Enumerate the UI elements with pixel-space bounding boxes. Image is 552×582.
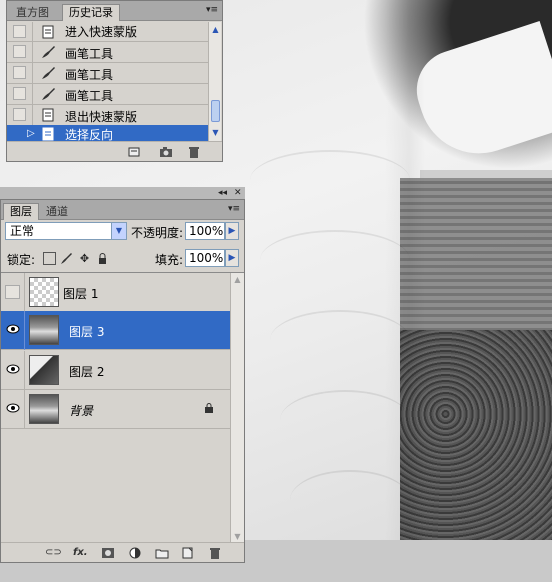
lock-icon xyxy=(204,403,214,413)
new-layer-icon[interactable] xyxy=(181,547,195,559)
history-item[interactable]: 画笔工具 xyxy=(7,42,213,62)
history-item-label: 退出快速蒙版 xyxy=(65,110,138,124)
brush-icon xyxy=(40,44,56,60)
trash-icon[interactable] xyxy=(187,146,201,158)
history-tabbar: 直方图 历史记录 ▾≡ xyxy=(7,1,222,21)
history-item-selected[interactable]: ▷ 选择反向 xyxy=(7,125,213,142)
history-snapshot-checkbox[interactable] xyxy=(13,45,26,58)
layer-name: 图层 2 xyxy=(69,365,105,379)
layer-name: 背景 xyxy=(69,404,94,418)
eye-icon[interactable] xyxy=(5,323,20,337)
dress-fold xyxy=(290,470,410,530)
history-scrollbar[interactable]: ▲ ▼ xyxy=(208,22,221,142)
tab-layers[interactable]: 图层 xyxy=(3,203,39,220)
history-state-marker-icon[interactable]: ▷ xyxy=(27,128,35,139)
history-item-label: 画笔工具 xyxy=(65,47,114,61)
lock-position-move-icon[interactable]: ✥ xyxy=(78,252,91,265)
blend-mode-select[interactable]: 正常 ▼ xyxy=(5,222,127,240)
eye-icon[interactable] xyxy=(5,402,20,416)
opacity-slider-arrow-icon[interactable]: ▶ xyxy=(225,222,239,240)
fill-slider-arrow-icon[interactable]: ▶ xyxy=(225,249,239,267)
lock-transparency-icon[interactable] xyxy=(43,252,56,265)
history-snapshot-checkbox[interactable] xyxy=(13,87,26,100)
visibility-toggle[interactable] xyxy=(5,285,20,299)
link-icon[interactable]: ⊂⊃ xyxy=(45,547,62,559)
lock-label: 锁定: xyxy=(7,253,36,267)
history-item-label: 选择反向 xyxy=(65,128,114,142)
adjustment-icon[interactable] xyxy=(128,547,142,559)
history-item[interactable]: 画笔工具 xyxy=(7,84,213,104)
brush-icon xyxy=(40,65,56,81)
add-mask-icon[interactable] xyxy=(101,547,115,559)
scroll-down-icon[interactable]: ▼ xyxy=(232,532,243,541)
history-item[interactable]: 进入快速蒙版 xyxy=(7,22,213,42)
snapshot-camera-icon[interactable] xyxy=(159,146,173,158)
layer-row[interactable]: 图层 2 xyxy=(1,351,230,390)
lock-pixels-brush-icon[interactable] xyxy=(60,252,73,265)
layer-thumbnail xyxy=(29,277,59,307)
layer-thumbnail xyxy=(29,394,59,424)
new-group-icon[interactable] xyxy=(155,547,169,559)
fill-label: 填充: xyxy=(155,253,184,267)
scroll-up-icon[interactable]: ▲ xyxy=(232,275,243,284)
canvas-arm-shape xyxy=(406,21,552,169)
blend-mode-value: 正常 xyxy=(10,224,35,238)
document-icon xyxy=(40,127,56,142)
chevron-down-icon[interactable]: ▼ xyxy=(111,223,126,239)
history-item-label: 画笔工具 xyxy=(65,68,114,82)
layers-footer: ⊂⊃ fx. xyxy=(1,542,244,562)
opacity-input[interactable]: 100% xyxy=(185,222,225,240)
opacity-label: 不透明度: xyxy=(131,226,184,240)
history-snapshot-checkbox[interactable] xyxy=(13,25,26,38)
tab-history[interactable]: 历史记录 xyxy=(62,4,120,21)
fx-icon[interactable]: fx. xyxy=(73,547,88,559)
dress-fold xyxy=(280,390,410,450)
layer-name: 图层 3 xyxy=(69,325,105,339)
eye-icon[interactable] xyxy=(5,363,20,377)
scroll-down-icon[interactable]: ▼ xyxy=(210,127,221,139)
lock-all-icon[interactable] xyxy=(96,252,109,265)
layer-row-selected[interactable]: 图层 3 xyxy=(1,311,230,350)
dress-fold xyxy=(250,150,410,210)
scroll-up-icon[interactable]: ▲ xyxy=(210,24,221,36)
dress-fold xyxy=(260,230,410,290)
history-item[interactable]: 退出快速蒙版 xyxy=(7,105,213,125)
history-panel: 直方图 历史记录 ▾≡ 进入快速蒙版 画笔工具 画笔工具 画笔工具 退出快速蒙版… xyxy=(6,0,223,162)
fill-input[interactable]: 100% xyxy=(185,249,225,267)
tab-histogram[interactable]: 直方图 xyxy=(9,4,56,21)
history-snapshot-checkbox[interactable] xyxy=(13,66,26,79)
dress-fold xyxy=(270,310,410,370)
layer-row[interactable]: 图层 1 xyxy=(1,273,230,312)
trash-icon[interactable] xyxy=(208,547,222,559)
tab-channels[interactable]: 通道 xyxy=(39,203,75,220)
document-icon xyxy=(40,24,56,40)
layer-thumbnail xyxy=(29,355,59,385)
history-item-label: 画笔工具 xyxy=(65,89,114,103)
document-icon xyxy=(40,107,56,123)
panel-menu-icon[interactable]: ▾≡ xyxy=(228,204,240,214)
new-document-from-state-icon[interactable] xyxy=(127,146,141,158)
layers-tabbar: 图层 通道 ▾≡ xyxy=(1,200,244,220)
history-item[interactable]: 画笔工具 xyxy=(7,63,213,83)
layer-name: 图层 1 xyxy=(63,287,99,301)
layer-list: 图层 1 图层 3 图层 2 背景 ▲ ▼ xyxy=(1,272,244,543)
layer-row[interactable]: 背景 xyxy=(1,390,230,429)
history-snapshot-checkbox[interactable] xyxy=(13,108,26,121)
history-list: 进入快速蒙版 画笔工具 画笔工具 画笔工具 退出快速蒙版 ▷ 选择反向 xyxy=(7,22,224,142)
history-footer xyxy=(7,141,222,161)
panel-menu-icon[interactable]: ▾≡ xyxy=(206,5,218,15)
layer-thumbnail xyxy=(29,315,59,345)
layers-scrollbar[interactable]: ▲ ▼ xyxy=(230,273,244,543)
scroll-thumb[interactable] xyxy=(211,100,220,122)
layers-panel: 图层 通道 ▾≡ 正常 ▼ 不透明度: 100% ▶ 锁定: ✥ 填充: 100… xyxy=(0,199,245,563)
brush-icon xyxy=(40,86,56,102)
history-item-label: 进入快速蒙版 xyxy=(65,25,138,39)
